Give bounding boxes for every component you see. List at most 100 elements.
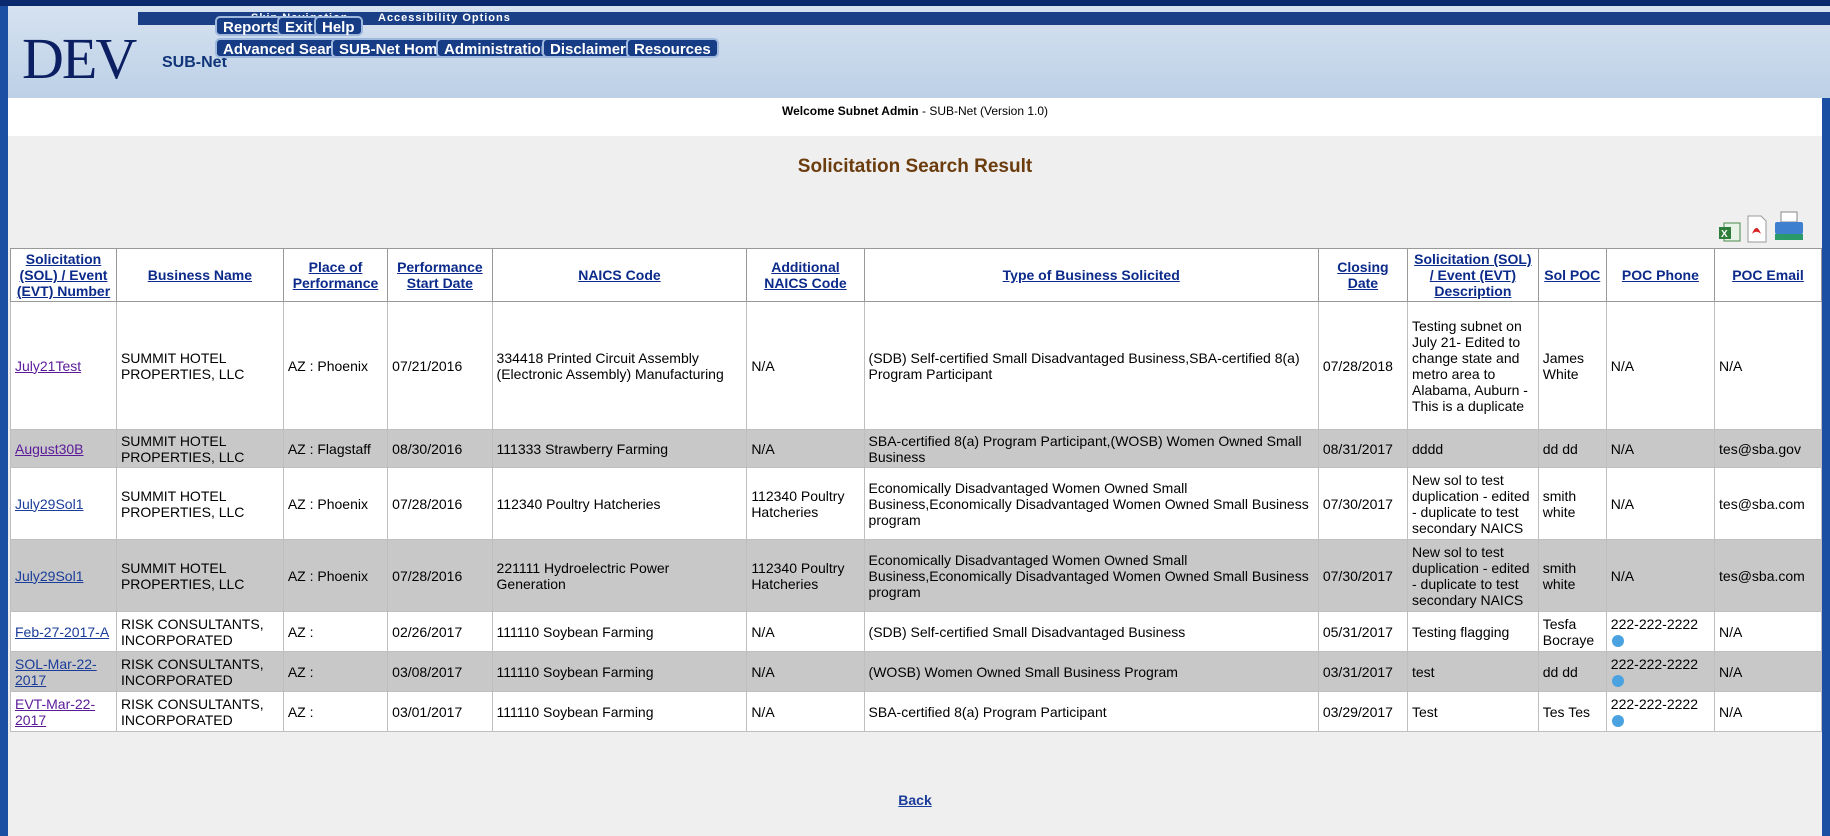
solicitation-link[interactable]: Feb-27-2017-A [15,624,109,640]
business-type: (SDB) Self-certified Small Disadvantaged… [863,301,1319,430]
results-table: Solicitation (SOL) / Event (EVT) Number … [10,248,1822,732]
phone-call-icon[interactable] [1611,714,1624,727]
col-business-type[interactable]: Type of Business Solicited [863,248,1319,302]
naics: 112340 Poultry Hatcheries [491,467,748,540]
closing-date: 07/30/2017 [1317,467,1409,540]
add-naics: N/A [746,429,865,468]
table-row: EVT-Mar-22-2017 RISK CONSULTANTS, INCORP… [10,691,1822,732]
col-closing-date[interactable]: Closing Date [1317,248,1409,302]
place: AZ : Phoenix [282,301,389,430]
phone-call-icon[interactable] [1611,674,1624,687]
business-name: SUMMIT HOTEL PROPERTIES, LLC [115,429,284,468]
accessibility-options-link[interactable]: Accessibility Options [378,12,511,24]
col-description[interactable]: Solicitation (SOL) / Event (EVT) Descrip… [1407,248,1539,302]
solicitation-link[interactable]: July29Sol1 [15,496,84,512]
solicitation-link[interactable]: July29Sol1 [15,568,84,584]
place: AZ : [282,611,389,652]
add-naics: 112340 Poultry Hatcheries [746,467,865,540]
sol-poc: Tesfa Bocraye [1537,611,1607,652]
pdf-icon[interactable] [1746,214,1768,244]
start-date: 07/28/2016 [387,539,493,612]
help-button[interactable]: Help [314,16,363,36]
business-type: Economically Disadvantaged Women Owned S… [863,467,1319,540]
business-name: RISK CONSULTANTS, INCORPORATED [115,611,284,652]
poc-email: tes@sba.com [1714,467,1822,540]
naics: 334418 Printed Circuit Assembly (Electro… [491,301,748,430]
col-sol-poc[interactable]: Sol POC [1537,248,1607,302]
closing-date: 03/29/2017 [1317,691,1409,732]
business-name: RISK CONSULTANTS, INCORPORATED [115,651,284,692]
business-name: SUMMIT HOTEL PROPERTIES, LLC [115,301,284,430]
place: AZ : Phoenix [282,539,389,612]
add-naics: N/A [746,691,865,732]
business-type: (WOSB) Women Owned Small Business Progra… [863,651,1319,692]
naics: 111110 Soybean Farming [491,691,748,732]
closing-date: 08/31/2017 [1317,429,1409,468]
add-naics: N/A [746,651,865,692]
description: Test [1407,691,1539,732]
business-type: (SDB) Self-certified Small Disadvantaged… [863,611,1319,652]
poc-phone-cell: 222-222-2222 [1605,691,1716,732]
content-frame: Welcome Subnet Admin - SUB-Net (Version … [0,98,1830,836]
col-place[interactable]: Place of Performance [282,248,389,302]
business-name: SUMMIT HOTEL PROPERTIES, LLC [115,467,284,540]
business-type: Economically Disadvantaged Women Owned S… [863,539,1319,612]
col-poc-phone[interactable]: POC Phone [1605,248,1716,302]
solicitation-link[interactable]: SOL-Mar-22-2017 [15,656,97,688]
poc-phone-cell: 222-222-2222 [1605,611,1716,652]
closing-date: 05/31/2017 [1317,611,1409,652]
svg-text:X: X [1721,229,1728,240]
poc-email: tes@sba.com [1714,539,1822,612]
naics: 111110 Soybean Farming [491,651,748,692]
back-link[interactable]: Back [898,792,931,808]
resources-button[interactable]: Resources [626,38,719,58]
col-add-naics[interactable]: Additional NAICS Code [746,248,865,302]
table-row: Feb-27-2017-A RISK CONSULTANTS, INCORPOR… [10,611,1822,652]
business-type: SBA-certified 8(a) Program Participant,(… [863,429,1319,468]
closing-date: 07/28/2018 [1317,301,1409,430]
naics: 111110 Soybean Farming [491,611,748,652]
col-sol-number[interactable]: Solicitation (SOL) / Event (EVT) Number [10,248,117,302]
table-header-row: Solicitation (SOL) / Event (EVT) Number … [10,248,1822,302]
col-naics[interactable]: NAICS Code [491,248,748,302]
start-date: 08/30/2016 [387,429,493,468]
version-label: - SUB-Net (Version 1.0) [921,104,1049,118]
description: Testing flagging [1407,611,1539,652]
app-header: DEV SUB-Net Skip Navigation Accessibilit… [0,6,1830,98]
administration-button[interactable]: Administration [436,38,558,58]
sol-poc: dd dd [1537,651,1607,692]
naics: 111333 Strawberry Farming [491,429,748,468]
dev-logo: DEV [22,26,137,91]
phone-call-icon[interactable] [1611,634,1624,647]
col-business-name[interactable]: Business Name [115,248,284,302]
excel-icon[interactable]: X [1718,220,1742,244]
table-row: July21Test SUMMIT HOTEL PROPERTIES, LLC … [10,301,1822,430]
solicitation-link[interactable]: EVT-Mar-22-2017 [15,696,95,728]
start-date: 02/26/2017 [387,611,493,652]
table-row: SOL-Mar-22-2017 RISK CONSULTANTS, INCORP… [10,651,1822,692]
start-date: 03/01/2017 [387,691,493,732]
col-start-date[interactable]: Performance Start Date [387,248,493,302]
sol-poc: James White [1537,301,1607,430]
description: dddd [1407,429,1539,468]
description: New sol to test duplication - edited - d… [1407,539,1539,612]
business-name: SUMMIT HOTEL PROPERTIES, LLC [115,539,284,612]
solicitation-link[interactable]: August30B [15,441,84,457]
poc-email: N/A [1714,301,1822,430]
place: AZ : Flagstaff [282,429,389,468]
poc-phone: 222-222-2222 [1610,655,1698,672]
print-icon[interactable] [1773,210,1805,244]
col-poc-email[interactable]: POC Email [1714,248,1822,302]
solicitation-link[interactable]: July21Test [15,358,81,374]
poc-phone: 222-222-2222 [1610,695,1698,712]
description: New sol to test duplication - edited - d… [1407,467,1539,540]
start-date: 07/21/2016 [387,301,493,430]
sol-poc: Tes Tes [1537,691,1607,732]
poc-phone: N/A [1605,539,1716,612]
business-type: SBA-certified 8(a) Program Participant [863,691,1319,732]
place: AZ : Phoenix [282,467,389,540]
poc-phone: 222-222-2222 [1610,615,1698,632]
place: AZ : [282,651,389,692]
add-naics: 112340 Poultry Hatcheries [746,539,865,612]
place: AZ : [282,691,389,732]
